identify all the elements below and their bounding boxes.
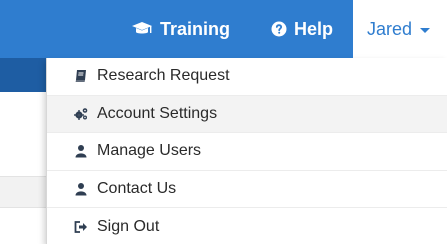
user-icon	[74, 144, 88, 158]
menu-item-label: Research Request	[97, 67, 230, 85]
user-menu-toggle[interactable]: Jared	[353, 0, 447, 58]
user-dropdown-menu: Research Request Account Settings Manage	[46, 58, 447, 244]
menu-item-account-settings[interactable]: Account Settings	[47, 95, 447, 133]
user-name-label: Jared	[367, 18, 413, 39]
help-label: Help	[294, 18, 334, 39]
menu-item-label: Sign Out	[97, 217, 160, 235]
menu-item-label: Contact Us	[97, 179, 177, 197]
menu-item-research-request[interactable]: Research Request	[47, 58, 447, 96]
sign-out-icon	[74, 220, 88, 234]
help-nav-link[interactable]: Help	[271, 0, 333, 58]
training-nav-link[interactable]: Training	[131, 0, 230, 58]
menu-item-manage-users[interactable]: Manage Users	[47, 133, 447, 171]
top-navbar: Training Help Jared	[0, 0, 447, 58]
training-label: Training	[160, 18, 231, 39]
page-content-row	[0, 176, 46, 208]
menu-item-label: Account Settings	[97, 104, 218, 122]
menu-item-sign-out[interactable]: Sign Out	[47, 208, 447, 244]
menu-item-label: Manage Users	[97, 142, 202, 160]
menu-item-contact-us[interactable]: Contact Us	[47, 171, 447, 208]
book-icon	[74, 69, 88, 83]
graduation-cap-icon	[131, 21, 153, 37]
gears-icon	[74, 107, 88, 121]
question-circle-icon	[271, 21, 287, 37]
caret-down-icon	[420, 27, 431, 33]
user-icon	[74, 182, 88, 196]
